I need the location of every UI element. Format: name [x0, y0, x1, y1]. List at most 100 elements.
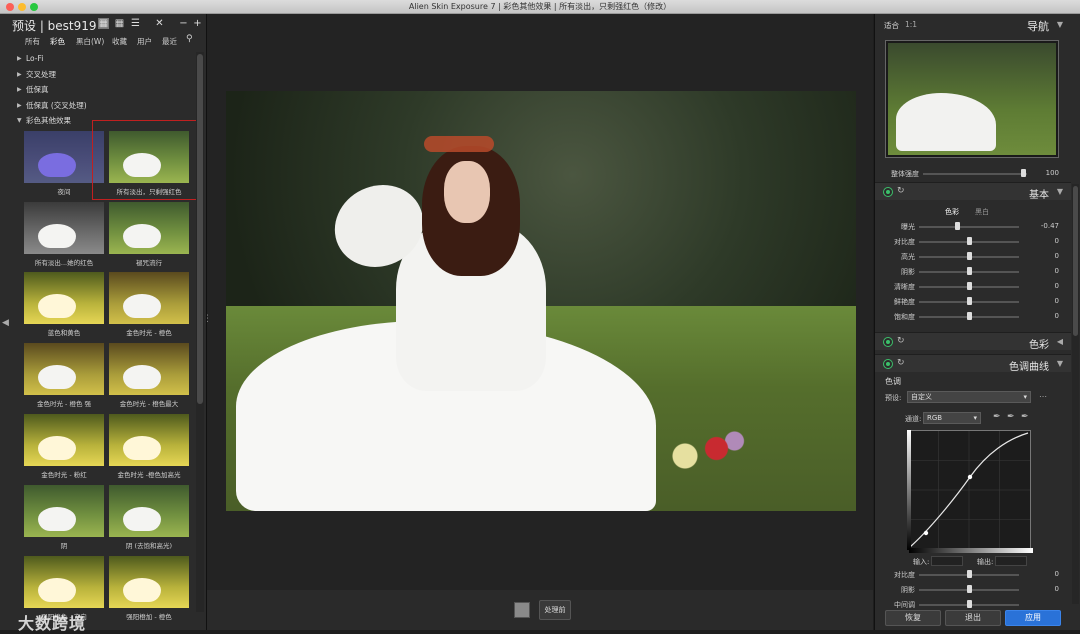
- slider-row[interactable]: 曝光 -0.47: [875, 220, 1071, 234]
- tab-recent[interactable]: 最近: [162, 36, 177, 47]
- exit-button[interactable]: 退出: [945, 610, 1001, 626]
- one-to-one-button[interactable]: 1:1: [905, 20, 917, 29]
- collapse-icon[interactable]: ✕: [154, 18, 165, 29]
- curve-preset-dropdown[interactable]: 自定义: [907, 391, 1031, 403]
- chevron-right-icon: ▶: [17, 86, 22, 93]
- reset-button[interactable]: 恢复: [885, 610, 941, 626]
- plus-icon[interactable]: +: [192, 18, 203, 29]
- apply-button[interactable]: 应用: [1005, 610, 1061, 626]
- eyedropper-white-icon[interactable]: ✒: [1021, 412, 1029, 422]
- background-color-swatch[interactable]: [514, 602, 530, 618]
- presets-title: 预设 | best919: [12, 19, 97, 33]
- category-lofi[interactable]: ▶ Lo-Fi: [0, 51, 200, 67]
- slider-knob[interactable]: [967, 267, 972, 275]
- preset-thumb[interactable]: 蓝色和黄色: [24, 272, 104, 337]
- before-after-button[interactable]: 处理前: [539, 600, 571, 620]
- list-view-icon[interactable]: ☰: [130, 18, 141, 29]
- preset-thumb[interactable]: 褪咒流行: [109, 202, 189, 267]
- eyedropper-black-icon[interactable]: ✒: [993, 412, 1001, 422]
- curve-svg: [908, 431, 1030, 549]
- tone-curve-graph[interactable]: [907, 430, 1031, 550]
- chevron-down-icon[interactable]: ▼: [1057, 20, 1063, 29]
- preset-thumb[interactable]: 金色时光 - 橙色: [109, 272, 189, 337]
- collapse-left-icon[interactable]: ◀: [2, 318, 9, 328]
- slider-knob[interactable]: [967, 297, 972, 305]
- curve-point[interactable]: [967, 474, 973, 480]
- toggle-on-icon[interactable]: [884, 360, 892, 368]
- overall-strength-slider[interactable]: 整体强度 100: [875, 167, 1071, 181]
- slider-knob[interactable]: [967, 585, 972, 593]
- slider-knob[interactable]: [955, 222, 960, 230]
- filter-tabs: 所有 彩色 黑白(W) 收藏 用户 最近 ⚲: [0, 34, 207, 49]
- tab-bw[interactable]: 黑白(W): [76, 36, 104, 47]
- slider-knob[interactable]: [967, 570, 972, 578]
- tone-subtitle: 色调: [885, 377, 901, 386]
- color-section-header[interactable]: ↻ 色彩 ◀: [875, 332, 1071, 351]
- navigator-preview[interactable]: [885, 40, 1059, 158]
- category-lowfi-cross[interactable]: ▶ 低保真 (交叉处理): [0, 98, 200, 114]
- toggle-on-icon[interactable]: [884, 188, 892, 196]
- chevron-right-icon: ▶: [17, 101, 22, 109]
- tab-color[interactable]: 彩色: [50, 36, 65, 47]
- slider-row[interactable]: 饱和度 0: [875, 310, 1071, 324]
- preview-photo[interactable]: [226, 91, 856, 511]
- window-title: Alien Skin Exposure 7 | 彩色其他效果 | 所有淡出，只剩…: [408, 2, 672, 11]
- preset-thumb[interactable]: 阴: [24, 485, 104, 550]
- preset-thumb[interactable]: 金色时光 - 橙色最大: [109, 343, 189, 408]
- chevron-down-icon: ▼: [1056, 187, 1063, 196]
- grid-small-icon[interactable]: ▦: [114, 18, 125, 29]
- presets-scrollbar[interactable]: [196, 52, 204, 612]
- eyedropper-gray-icon[interactable]: ✒: [1007, 412, 1015, 422]
- preset-label: 预设:: [885, 394, 902, 402]
- preset-thumb[interactable]: 金色时光 -橙色加高光: [109, 414, 189, 479]
- curves-section-header[interactable]: ↻ 色调曲线 ▼: [875, 354, 1071, 373]
- slider-row[interactable]: 阴影 0: [875, 583, 1071, 597]
- slider-row[interactable]: 高光 0: [875, 250, 1071, 264]
- slider-knob[interactable]: [967, 600, 972, 608]
- output-field[interactable]: [995, 556, 1027, 566]
- reset-icon[interactable]: ↻: [897, 358, 905, 368]
- preset-thumb[interactable]: 金色时光 - 橙色 强: [24, 343, 104, 408]
- preset-thumb[interactable]: 金色时光 - 粉红: [24, 414, 104, 479]
- tab-user[interactable]: 用户: [137, 36, 152, 47]
- scroll-thumb[interactable]: [197, 54, 203, 404]
- output-gradient: [907, 430, 911, 550]
- slider-knob[interactable]: [1021, 169, 1026, 177]
- curve-point[interactable]: [923, 530, 929, 536]
- preset-thumb[interactable]: 所有淡出...她的红色: [24, 202, 104, 267]
- category-cross-process[interactable]: ▶ 交叉处理: [0, 67, 200, 83]
- slider-knob[interactable]: [967, 252, 972, 260]
- color-mode-button[interactable]: 色彩: [945, 207, 959, 217]
- category-lowfi[interactable]: ▶ 低保真: [0, 82, 200, 98]
- adjust-scrollbar[interactable]: [1072, 184, 1079, 604]
- fit-button[interactable]: 适合: [884, 20, 899, 31]
- splitter-handle-icon[interactable]: ⋮: [203, 314, 212, 324]
- input-label: 输入:: [913, 558, 930, 566]
- toggle-on-icon[interactable]: [884, 338, 892, 346]
- slider-knob[interactable]: [967, 312, 972, 320]
- more-options-icon[interactable]: ⋯: [1039, 392, 1047, 401]
- channel-dropdown[interactable]: RGB: [923, 412, 981, 424]
- search-icon[interactable]: ⚲: [186, 34, 193, 44]
- minus-icon[interactable]: −: [178, 18, 189, 29]
- slider-knob[interactable]: [967, 237, 972, 245]
- slider-knob[interactable]: [967, 282, 972, 290]
- slider-row[interactable]: 清晰度 0: [875, 280, 1071, 294]
- scroll-thumb[interactable]: [1073, 186, 1078, 336]
- bw-mode-button[interactable]: 黑白: [975, 207, 989, 217]
- slider-row[interactable]: 对比度 0: [875, 235, 1071, 249]
- basic-section-header[interactable]: ↻ 基本 ▼: [875, 182, 1071, 201]
- reset-icon[interactable]: ↻: [897, 336, 905, 346]
- preview-area: 处理前: [207, 14, 873, 630]
- tab-all[interactable]: 所有: [25, 36, 40, 47]
- input-field[interactable]: [931, 556, 963, 566]
- grid-large-icon[interactable]: ▦: [98, 18, 109, 29]
- tab-favorites[interactable]: 收藏: [112, 36, 127, 47]
- slider-row[interactable]: 对比度 0: [875, 568, 1071, 582]
- slider-row[interactable]: 鲜艳度 0: [875, 295, 1071, 309]
- preset-thumb[interactable]: 强阳橙加 - 橙色: [109, 556, 189, 621]
- preset-thumb[interactable]: 强阳橙色 - 方向: [24, 556, 104, 621]
- preset-thumb[interactable]: 阴 (去饱和高光): [109, 485, 189, 550]
- reset-icon[interactable]: ↻: [897, 186, 905, 196]
- slider-row[interactable]: 阴影 0: [875, 265, 1071, 279]
